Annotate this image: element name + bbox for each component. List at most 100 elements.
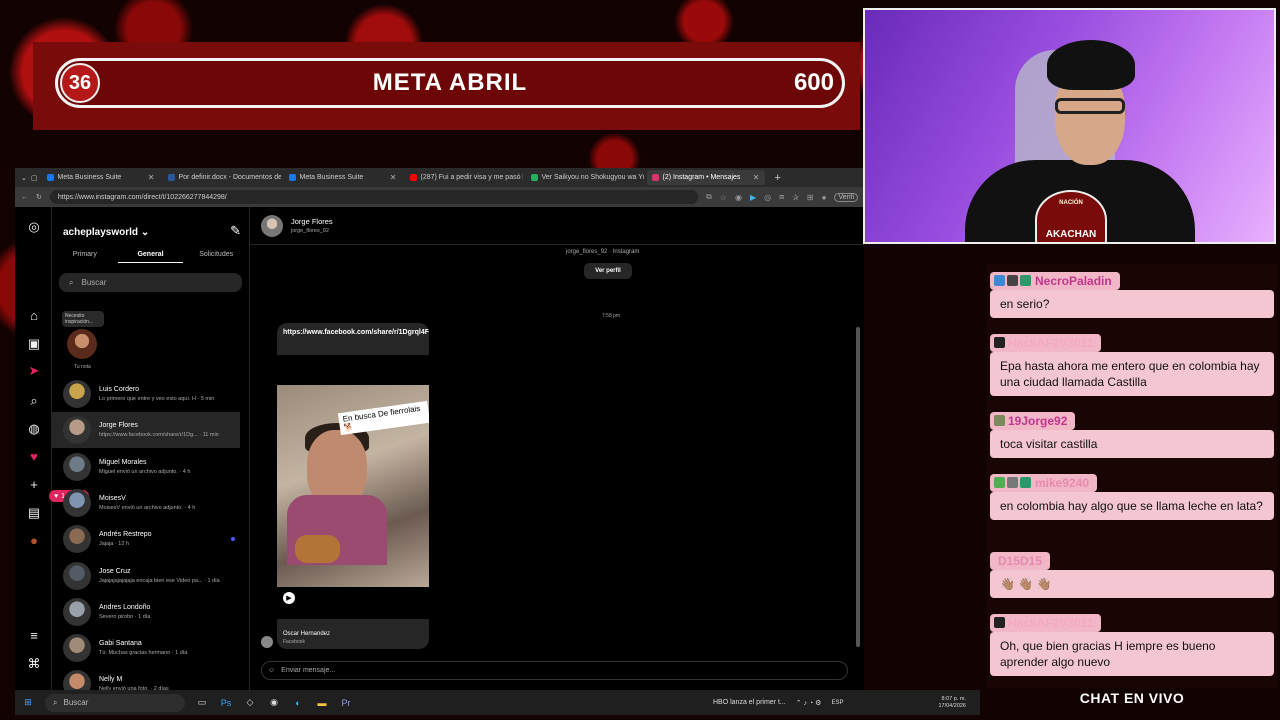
chat-text: toca visitar castilla — [990, 430, 1274, 458]
tab-bar: ⌄ ▢ Meta Business Suite ✕ Por definir.docx… — [15, 168, 864, 187]
account-switcher[interactable]: acheplaysworld ⌄ — [63, 227, 149, 238]
tray-icons[interactable]: ⌃ ♪ ◔ ⚙ — [796, 699, 822, 707]
avatar — [63, 525, 91, 554]
collections-icon[interactable]: ⊞ — [807, 193, 814, 202]
chat-username: mike9240 — [990, 474, 1098, 492]
thread-item[interactable]: Jose Cruz Jajajajajajajaja encaja bien es… — [52, 558, 240, 594]
app-icon[interactable]: ◇ — [243, 696, 257, 710]
thread-item[interactable]: Gabi Santana Tú: Muchas gracias hermano ·… — [52, 630, 240, 666]
webcam-glasses — [1055, 98, 1125, 114]
thread-item[interactable]: Luis Cordero Lo primero que entre y veo e… — [52, 376, 240, 412]
task-view-icon[interactable]: ▭ — [195, 696, 209, 710]
reels-icon[interactable]: ▣ — [26, 336, 42, 352]
close-icon[interactable]: ✕ — [390, 173, 397, 182]
language-indicator[interactable]: ESP — [831, 700, 843, 706]
tab-title: (287) Fui a pedir visa y me pasó lo — [420, 174, 523, 181]
favicon-icon — [409, 174, 417, 181]
browser-tab[interactable]: (287) Fui a pedir visa y me pasó lo✕ — [405, 170, 523, 185]
back-icon[interactable]: ← — [21, 194, 28, 201]
thread-item[interactable]: Jorge Flores https://www.facebook.com/sha… — [52, 412, 240, 449]
instagram-logo-icon[interactable]: ◎ — [26, 219, 42, 235]
compose-icon[interactable]: ✎ — [230, 223, 241, 239]
edge-icon[interactable]: ◐ — [291, 696, 305, 710]
browser-tab[interactable]: Ver Saikyou no Shokugyou wa Yu✕ — [526, 170, 644, 185]
news-widget[interactable]: HBO lanza el primer t... — [713, 699, 786, 706]
thread-item[interactable]: Miguel Morales Miguel envió un archivo ad… — [52, 449, 240, 485]
avatar[interactable] — [261, 214, 283, 237]
folder-icon[interactable]: ▬ — [315, 696, 329, 710]
badge-icon — [1007, 477, 1018, 488]
new-tab-icon[interactable]: + — [775, 172, 781, 184]
note-bubble[interactable]: Necesito inspiración... — [62, 311, 104, 327]
extension-icon[interactable]: ◎ — [764, 193, 771, 202]
notifications-icon[interactable]: ♥ — [26, 449, 42, 464]
badge-icon — [994, 477, 1005, 488]
tab-requests[interactable]: Solicitudes — [183, 251, 249, 263]
browser-tab[interactable]: Meta Business Suite ✕ — [42, 170, 160, 185]
view-profile-button[interactable]: Ver perfil — [584, 263, 632, 279]
search-icon[interactable]: ⌕ — [26, 393, 42, 409]
conversation-header[interactable]: Jorge Flores jorge_flores_92 — [251, 207, 864, 245]
create-icon[interactable]: + — [26, 477, 42, 492]
photoshop-icon[interactable]: Ps — [219, 696, 233, 710]
note-avatar[interactable] — [67, 329, 97, 359]
shared-link[interactable]: https://www.facebook.com/share/r/1Dgrql4… — [277, 323, 429, 355]
thread-item[interactable]: Nelly M Nelly envió una foto. · 2 días — [52, 666, 240, 690]
badge-icon — [994, 415, 1005, 426]
extension-icon[interactable]: ⧉ — [706, 192, 712, 202]
search-input[interactable]: ⌕ Buscar — [59, 273, 242, 292]
refresh-icon[interactable]: ↻ — [36, 193, 42, 201]
close-icon[interactable]: ✕ — [753, 173, 760, 182]
chat-text: Epa hasta ahora me entero que en colombi… — [990, 352, 1274, 396]
taskbar-search[interactable]: ⌕ Buscar — [45, 693, 185, 712]
premiere-icon[interactable]: Pr — [339, 696, 353, 710]
favorite-icon[interactable]: ☆ — [720, 193, 727, 202]
messages-icon[interactable]: ➤ — [26, 363, 42, 379]
workspace-icon[interactable]: ▢ — [31, 174, 38, 182]
browser-tab[interactable]: (2) Instagram • Mensajes ✕ — [646, 170, 765, 185]
chat-label: CHAT EN VIVO — [1079, 690, 1185, 706]
inbox-tabs: Primary General Solicitudes — [52, 251, 249, 263]
address-bar: ← ↻ https://www.instagram.com/direct/t/1… — [15, 187, 864, 207]
windows-start-icon[interactable]: ⊞ — [21, 696, 35, 710]
thread-name: MoisesV — [99, 494, 126, 502]
menu-icon[interactable]: ≡ — [26, 628, 42, 643]
tab-title: Por definir.docx - Documentos de — [178, 174, 281, 181]
threads-icon[interactable]: ⌘ — [26, 656, 42, 672]
thread-item[interactable]: Andres Londoño Severo pirobo · 1 día — [52, 594, 240, 630]
emoji-icon[interactable]: ☺ — [268, 667, 275, 674]
explore-icon[interactable]: ◍ — [26, 421, 42, 437]
play-icon[interactable]: ▶ — [283, 592, 295, 604]
close-icon[interactable]: ✕ — [148, 173, 155, 182]
tab-list-icon[interactable]: ⌄ — [21, 174, 27, 182]
chat-message: NecroPaladin en serio? — [990, 272, 1274, 318]
thread-item[interactable]: MoisesV MoisesV envió un archivo adjunto.… — [52, 485, 240, 521]
video-thumbnail[interactable]: En busca De fierrolais 🐕 — [277, 385, 429, 587]
goal-banner: 36 META ABRIL 600 — [33, 42, 860, 130]
tab-general[interactable]: General — [117, 251, 184, 263]
profile-avatar-icon[interactable]: ● — [26, 533, 42, 548]
message-input[interactable]: ☺ Enviar mensaje... — [261, 661, 848, 680]
browser-tab[interactable]: Meta Business Suite ✕ — [284, 170, 402, 185]
verify-button[interactable]: Verifi — [834, 192, 858, 202]
shared-reel-card[interactable]: https://www.facebook.com/share/r/1Dgrql4… — [277, 323, 429, 649]
extension-icon[interactable]: ◉ — [735, 193, 742, 202]
message-timestamp: 7:58 pm — [602, 313, 621, 319]
scrollbar[interactable] — [856, 327, 860, 647]
clock[interactable]: 8:07 p. m. 17/04/2026 — [938, 696, 966, 710]
favorites-icon[interactable]: ✰ — [792, 193, 799, 202]
home-icon[interactable]: ⌂ — [26, 308, 42, 323]
obs-icon[interactable]: ◉ — [267, 696, 281, 710]
browser-tab[interactable]: Por definir.docx - Documentos de✕ — [163, 170, 281, 185]
webcam-feed: NACIÓN AKACHAN — [863, 8, 1276, 244]
video-letterbox — [277, 587, 429, 619]
url-field[interactable]: https://www.instagram.com/direct/t/10226… — [49, 190, 699, 204]
extension-icon[interactable]: ▶ — [750, 193, 756, 202]
avatar — [63, 561, 91, 590]
browser-window: ⌄ ▢ Meta Business Suite ✕ Por definir.docx… — [15, 168, 864, 690]
tab-primary[interactable]: Primary — [52, 251, 118, 263]
dashboard-icon[interactable]: ▤ — [26, 505, 42, 521]
split-screen-icon[interactable]: ⧈ — [779, 192, 784, 202]
thread-item[interactable]: Andrés Restrepo Jajaja · 12 h — [52, 521, 240, 557]
profile-icon[interactable]: ● — [822, 193, 827, 202]
